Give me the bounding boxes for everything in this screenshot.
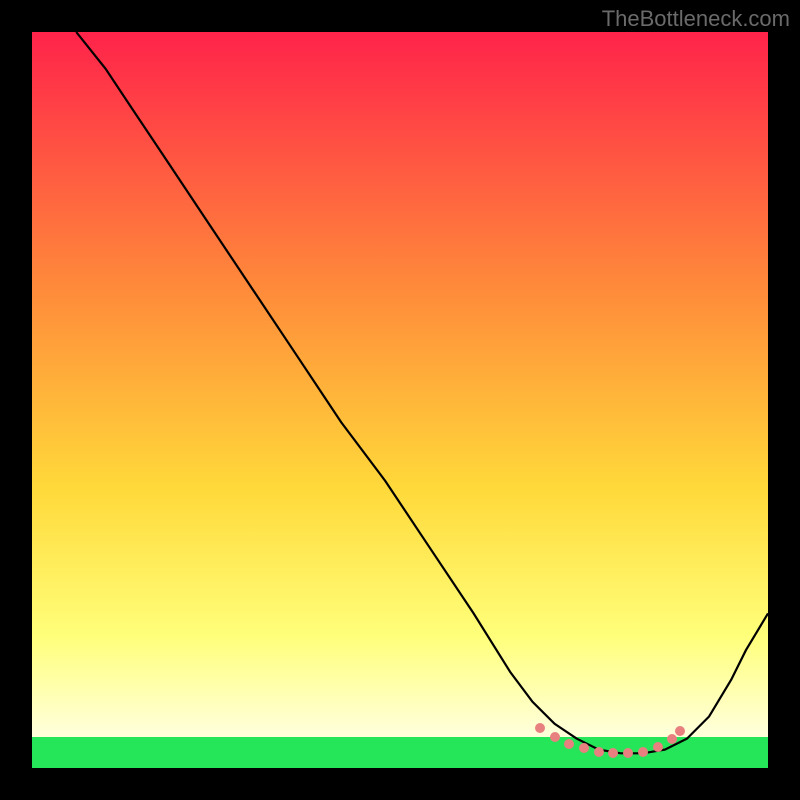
optimal-marker-dot bbox=[675, 726, 685, 736]
optimal-marker-dot bbox=[653, 742, 663, 752]
optimal-marker-dot bbox=[623, 748, 633, 758]
optimal-marker-dot bbox=[579, 743, 589, 753]
chart-plot-area bbox=[32, 32, 768, 768]
optimal-marker-dot bbox=[535, 723, 545, 733]
watermark-text: TheBottleneck.com bbox=[602, 6, 790, 32]
optimal-marker-dot bbox=[608, 748, 618, 758]
optimal-marker-dot bbox=[638, 747, 648, 757]
optimal-marker-dot bbox=[564, 739, 574, 749]
optimal-zone-dots bbox=[32, 32, 768, 768]
optimal-marker-dot bbox=[594, 747, 604, 757]
optimal-marker-dot bbox=[550, 732, 560, 742]
